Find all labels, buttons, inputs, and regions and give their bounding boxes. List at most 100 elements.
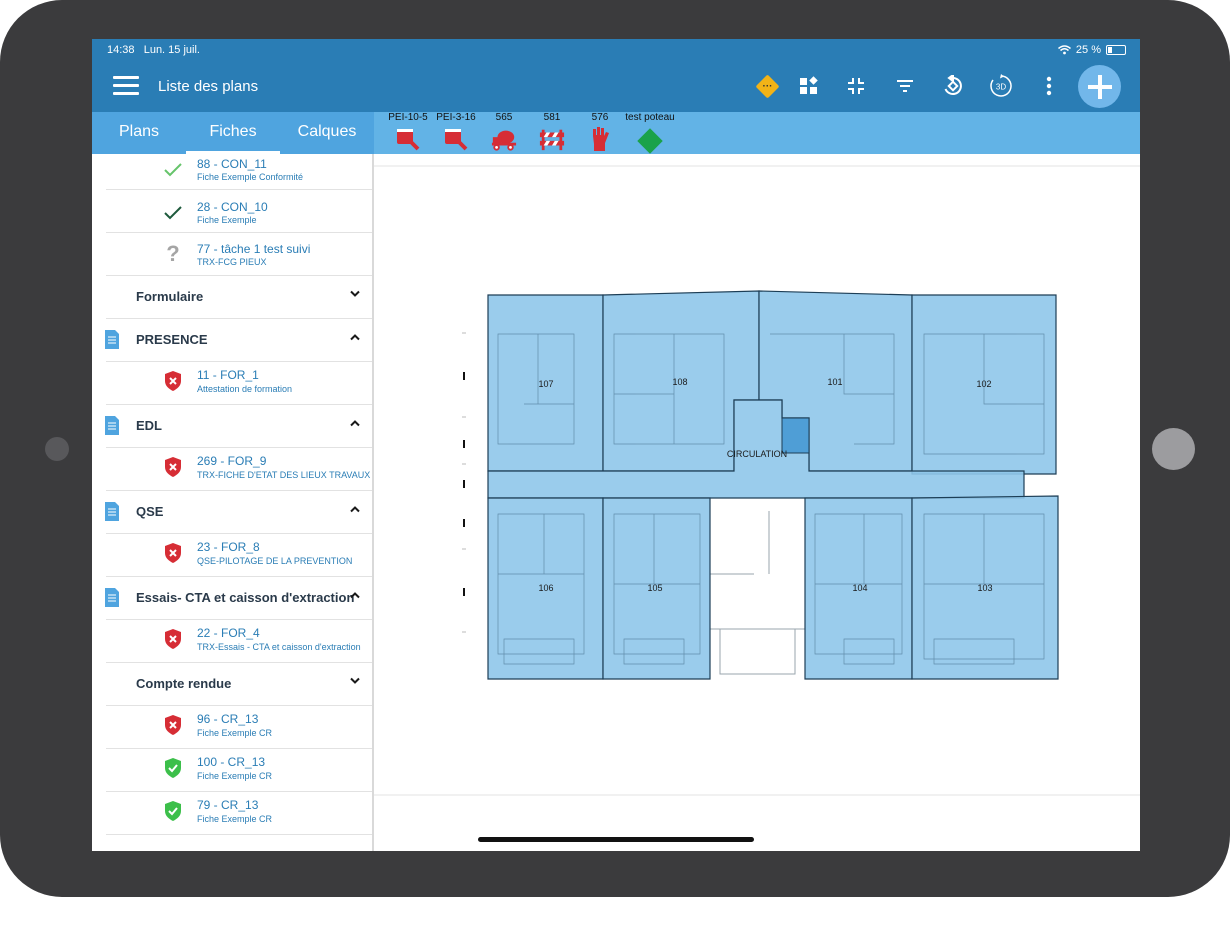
app-screen: 14:38 Lun. 15 juil. 25 % Liste des plans… bbox=[92, 39, 1140, 851]
shield-check-icon bbox=[162, 800, 184, 822]
svg-text:3D: 3D bbox=[996, 83, 1006, 92]
layer-pei-10-5[interactable]: PEI-10-5 bbox=[383, 112, 433, 152]
home-indicator[interactable] bbox=[478, 837, 754, 842]
list-item[interactable]: ? 77 - tâche 1 test suivi TRX-FCG PIEUX bbox=[106, 233, 372, 276]
check-icon bbox=[162, 159, 184, 181]
home-button[interactable] bbox=[1152, 428, 1195, 470]
list-item[interactable]: 28 - CON_10 Fiche Exemple bbox=[106, 190, 372, 233]
list-item[interactable]: 22 - FOR_4 TRX-Essais - CTA et caisson d… bbox=[106, 620, 372, 663]
layer-565[interactable]: 565 bbox=[479, 112, 529, 152]
layer-label: 565 bbox=[495, 112, 513, 123]
list-item[interactable]: 11 - FOR_1 Attestation de formation bbox=[106, 362, 372, 405]
shield-x-icon bbox=[162, 370, 184, 392]
layer-label: PEI-10-5 bbox=[388, 112, 428, 123]
menu-icon[interactable] bbox=[113, 76, 139, 96]
item-subtitle: TRX-Essais - CTA et caisson d'extraction bbox=[197, 642, 361, 652]
rooms bbox=[487, 290, 1059, 680]
background-walls bbox=[709, 511, 806, 675]
document-icon bbox=[105, 588, 119, 607]
tab-fiches[interactable]: Fiches bbox=[186, 112, 280, 154]
item-subtitle: Fiche Exemple CR bbox=[197, 771, 273, 781]
plan-canvas[interactable]: 107 108 101 102 106 105 104 103 CIRCULAT… bbox=[374, 154, 1140, 851]
tab-calques[interactable]: Calques bbox=[288, 112, 366, 154]
add-button[interactable] bbox=[1078, 65, 1121, 108]
item-title: 96 - CR_13 bbox=[197, 712, 259, 726]
section-header-qse[interactable]: QSE bbox=[105, 491, 372, 534]
wifi-icon bbox=[1057, 45, 1071, 55]
layer-label: test poteau bbox=[625, 112, 675, 123]
shield-x-icon bbox=[162, 714, 184, 736]
section-header-presence[interactable]: PRESENCE bbox=[105, 319, 372, 362]
battery-icon bbox=[1106, 45, 1126, 55]
list-item[interactable]: 23 - FOR_8 QSE-PILOTAGE DE LA PREVENTION bbox=[106, 534, 372, 577]
item-title: 28 - CON_10 bbox=[197, 200, 268, 214]
room-label-102: 102 bbox=[976, 379, 991, 389]
3d-icon[interactable]: 3D bbox=[989, 74, 1013, 98]
page-title: Liste des plans bbox=[158, 78, 259, 95]
fiches-sidebar: 88 - CON_11 Fiche Exemple Conformité 28 … bbox=[92, 154, 374, 851]
svg-text:?: ? bbox=[166, 243, 179, 265]
layer-label: 581 bbox=[543, 112, 561, 123]
layer-pei-3-16[interactable]: PEI-3-16 bbox=[431, 112, 481, 152]
collapse-icon[interactable] bbox=[844, 74, 868, 98]
list-item[interactable]: 100 - CR_13 Fiche Exemple CR bbox=[106, 749, 372, 792]
warning-diamond-icon[interactable]: ··· bbox=[754, 73, 780, 99]
chevron-up-icon bbox=[350, 420, 360, 427]
layer-label: 576 bbox=[591, 112, 609, 123]
front-camera bbox=[45, 437, 69, 461]
status-bar: 14:38 Lun. 15 juil. 25 % bbox=[92, 39, 1140, 61]
chevron-down-icon bbox=[350, 677, 360, 684]
more-vertical-icon[interactable] bbox=[1037, 74, 1061, 98]
tab-plans[interactable]: Plans bbox=[102, 112, 176, 154]
floor-plan[interactable]: 107 108 101 102 106 105 104 103 CIRCULAT… bbox=[374, 154, 1140, 851]
document-icon bbox=[105, 416, 119, 435]
paint-bucket-icon bbox=[443, 126, 469, 152]
status-time: 14:38 Lun. 15 juil. bbox=[107, 44, 200, 56]
layer-test-poteau[interactable]: test poteau bbox=[624, 112, 676, 154]
layer-581[interactable]: 581 bbox=[527, 112, 577, 152]
room-label-101: 101 bbox=[827, 377, 842, 387]
room-label-104: 104 bbox=[852, 583, 867, 593]
section-title: PRESENCE bbox=[136, 332, 208, 347]
room-label-105: 105 bbox=[647, 583, 662, 593]
item-title: 11 - FOR_1 bbox=[197, 368, 259, 382]
shield-check-icon bbox=[162, 757, 184, 779]
item-subtitle: TRX-FICHE D'ETAT DES LIEUX TRAVAUX bbox=[197, 470, 371, 480]
filter-icon[interactable] bbox=[893, 74, 917, 98]
section-title: Compte rendue bbox=[136, 676, 232, 691]
section-title: EDL bbox=[136, 418, 162, 433]
rotate-icon[interactable] bbox=[941, 74, 965, 98]
item-title: 88 - CON_11 bbox=[197, 157, 267, 171]
stair-block bbox=[781, 417, 810, 454]
shield-x-icon bbox=[162, 456, 184, 478]
item-title: 77 - tâche 1 test suivi bbox=[197, 242, 311, 256]
layer-576[interactable]: 576 bbox=[575, 112, 625, 152]
section-header-essais[interactable]: Essais- CTA et caisson d'extraction bbox=[105, 577, 372, 620]
navigation-bar: Liste des plans ··· 3D bbox=[92, 61, 1140, 112]
green-diamond-icon bbox=[637, 126, 663, 154]
section-title: QSE bbox=[136, 504, 164, 519]
list-item[interactable]: 88 - CON_11 Fiche Exemple Conformité bbox=[106, 154, 372, 190]
tab-bar: Plans Fiches Calques bbox=[92, 112, 374, 154]
list-item[interactable]: 269 - FOR_9 TRX-FICHE D'ETAT DES LIEUX T… bbox=[106, 448, 372, 491]
layout-icon[interactable] bbox=[797, 74, 821, 98]
chevron-up-icon bbox=[350, 334, 360, 341]
item-subtitle: Fiche Exemple Conformité bbox=[197, 172, 304, 182]
item-subtitle: Fiche Exemple CR bbox=[197, 814, 273, 824]
chevron-up-icon bbox=[350, 506, 360, 513]
room-label-103: 103 bbox=[977, 583, 992, 593]
item-subtitle: QSE-PILOTAGE DE LA PREVENTION bbox=[197, 556, 353, 566]
section-header-formulaire[interactable]: Formulaire bbox=[106, 276, 372, 319]
item-title: 79 - CR_13 bbox=[197, 798, 259, 812]
list-item[interactable]: 79 - CR_13 Fiche Exemple CR bbox=[106, 792, 372, 835]
shield-x-icon bbox=[162, 542, 184, 564]
item-subtitle: Fiche Exemple bbox=[197, 215, 257, 225]
list-item[interactable]: 96 - CR_13 Fiche Exemple CR bbox=[106, 706, 372, 749]
room-label-circulation: CIRCULATION bbox=[727, 449, 787, 459]
chevron-down-icon bbox=[350, 290, 360, 297]
item-subtitle: TRX-FCG PIEUX bbox=[197, 257, 267, 267]
layer-label: PEI-3-16 bbox=[436, 112, 476, 123]
shield-x-icon bbox=[162, 628, 184, 650]
section-header-compte-rendue[interactable]: Compte rendue bbox=[106, 663, 372, 706]
section-header-edl[interactable]: EDL bbox=[105, 405, 372, 448]
